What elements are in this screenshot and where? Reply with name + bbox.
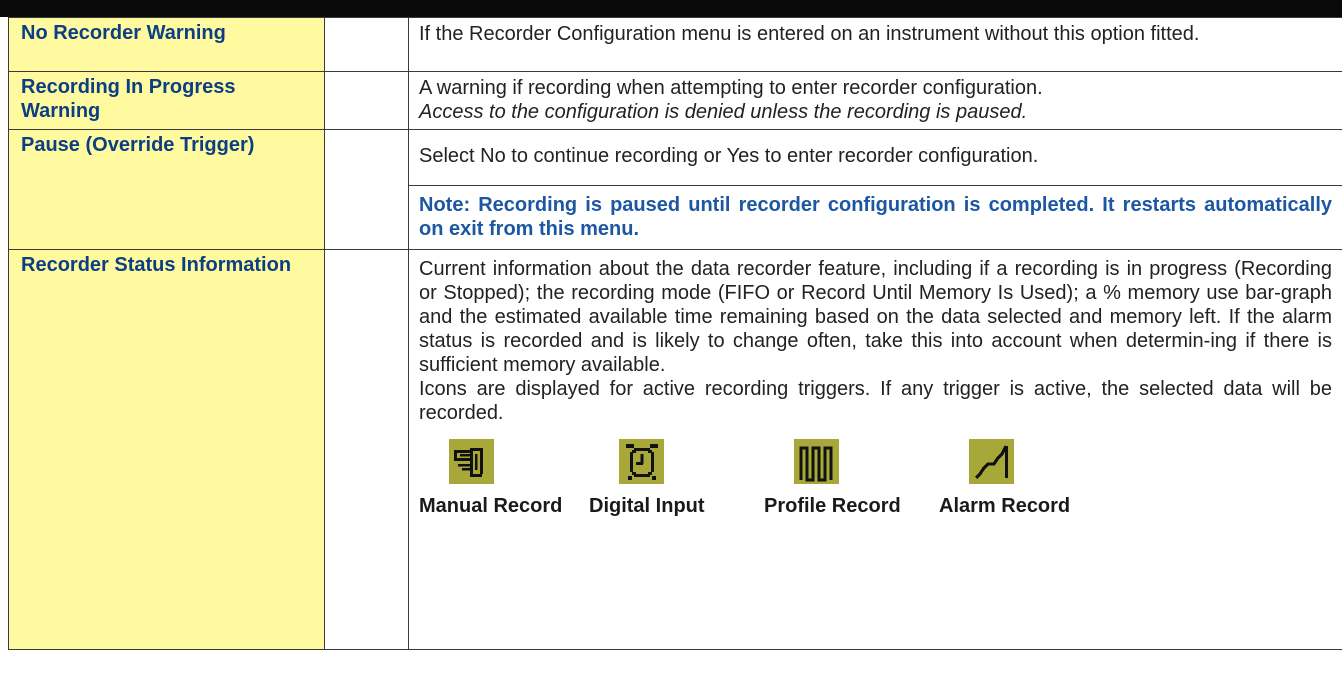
table-row: Recording In Progress Warning A warning …: [8, 71, 1342, 130]
recorder-parameters-table: No Recorder Warning If the Recorder Conf…: [8, 17, 1342, 650]
hand-pointing-icon: [449, 439, 494, 484]
trigger-digital-input: Digital Input: [589, 439, 764, 518]
empty-cell: [324, 17, 409, 72]
icon-label: Digital Input: [589, 495, 705, 517]
description-text: A warning if recording when attempting t…: [419, 77, 1043, 99]
icon-label: Alarm Record: [939, 495, 1071, 517]
parameter-description: A warning if recording when attempting t…: [408, 71, 1342, 130]
trigger-alarm-record: Alarm Record: [939, 439, 1114, 518]
icon-label: Manual Record: [419, 495, 563, 517]
top-black-bar: [0, 0, 1342, 17]
description-text: Current information about the data recor…: [419, 258, 1332, 376]
empty-cell: [324, 129, 409, 250]
empty-cell: [324, 249, 409, 650]
trigger-profile-record: Profile Record: [764, 439, 939, 518]
parameter-name: No Recorder Warning: [8, 17, 325, 72]
trigger-icons-row: Manual Record Digital Input Profile Reco…: [419, 439, 1332, 518]
note-text: Note: Recording is paused until recorder…: [408, 185, 1342, 250]
parameter-name: Pause (Override Trigger): [8, 129, 325, 250]
empty-cell: [324, 71, 409, 130]
description-italic-text: Access to the configuration is denied un…: [419, 101, 1028, 123]
square-wave-icon: [794, 439, 839, 484]
ramp-alarm-icon: [969, 439, 1014, 484]
parameter-description: Current information about the data recor…: [408, 249, 1342, 650]
trigger-manual-record: Manual Record: [419, 439, 589, 518]
icon-label: Profile Record: [764, 495, 901, 517]
parameter-description: If the Recorder Configuration menu is en…: [408, 17, 1342, 72]
alarm-clock-icon: [619, 439, 664, 484]
table-row: Recorder Status Information Current info…: [8, 249, 1342, 650]
parameter-description: Select No to continue recording or Yes t…: [408, 129, 1342, 186]
parameter-name: Recorder Status Information: [8, 249, 325, 650]
parameter-name: Recording In Progress Warning: [8, 71, 325, 130]
table-row: Pause (Override Trigger) Select No to co…: [8, 129, 1342, 250]
description-text-2: Icons are displayed for active recording…: [419, 378, 1332, 424]
table-row: No Recorder Warning If the Recorder Conf…: [8, 17, 1342, 72]
